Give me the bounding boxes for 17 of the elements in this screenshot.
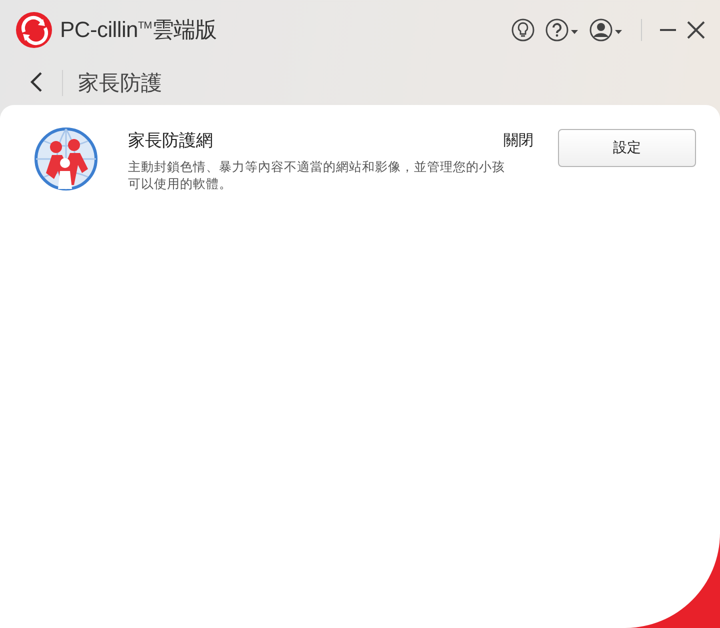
lightbulb-icon [511,18,535,42]
feature-title: 家長防護網 [128,130,213,152]
settings-button[interactable]: 設定 [558,129,696,167]
minimize-icon [660,29,676,31]
help-button[interactable] [545,18,579,42]
user-icon [589,18,623,42]
close-icon [686,20,706,40]
app-title: PC-cillin$^{TM}$雲端版 [60,16,217,44]
close-button[interactable] [686,20,706,40]
family-globe-icon [34,127,98,191]
logo-icon [16,12,52,48]
status-label: 關閉 [504,131,534,150]
tips-button[interactable] [511,18,535,42]
feature-description: 主動封鎖色情、暴力等內容不適當的網站和影像，並管理您的小孩可以使用的軟體。 [128,158,506,192]
page-title: 家長防護 [78,70,162,97]
account-button[interactable] [589,18,623,42]
help-icon [545,18,579,42]
